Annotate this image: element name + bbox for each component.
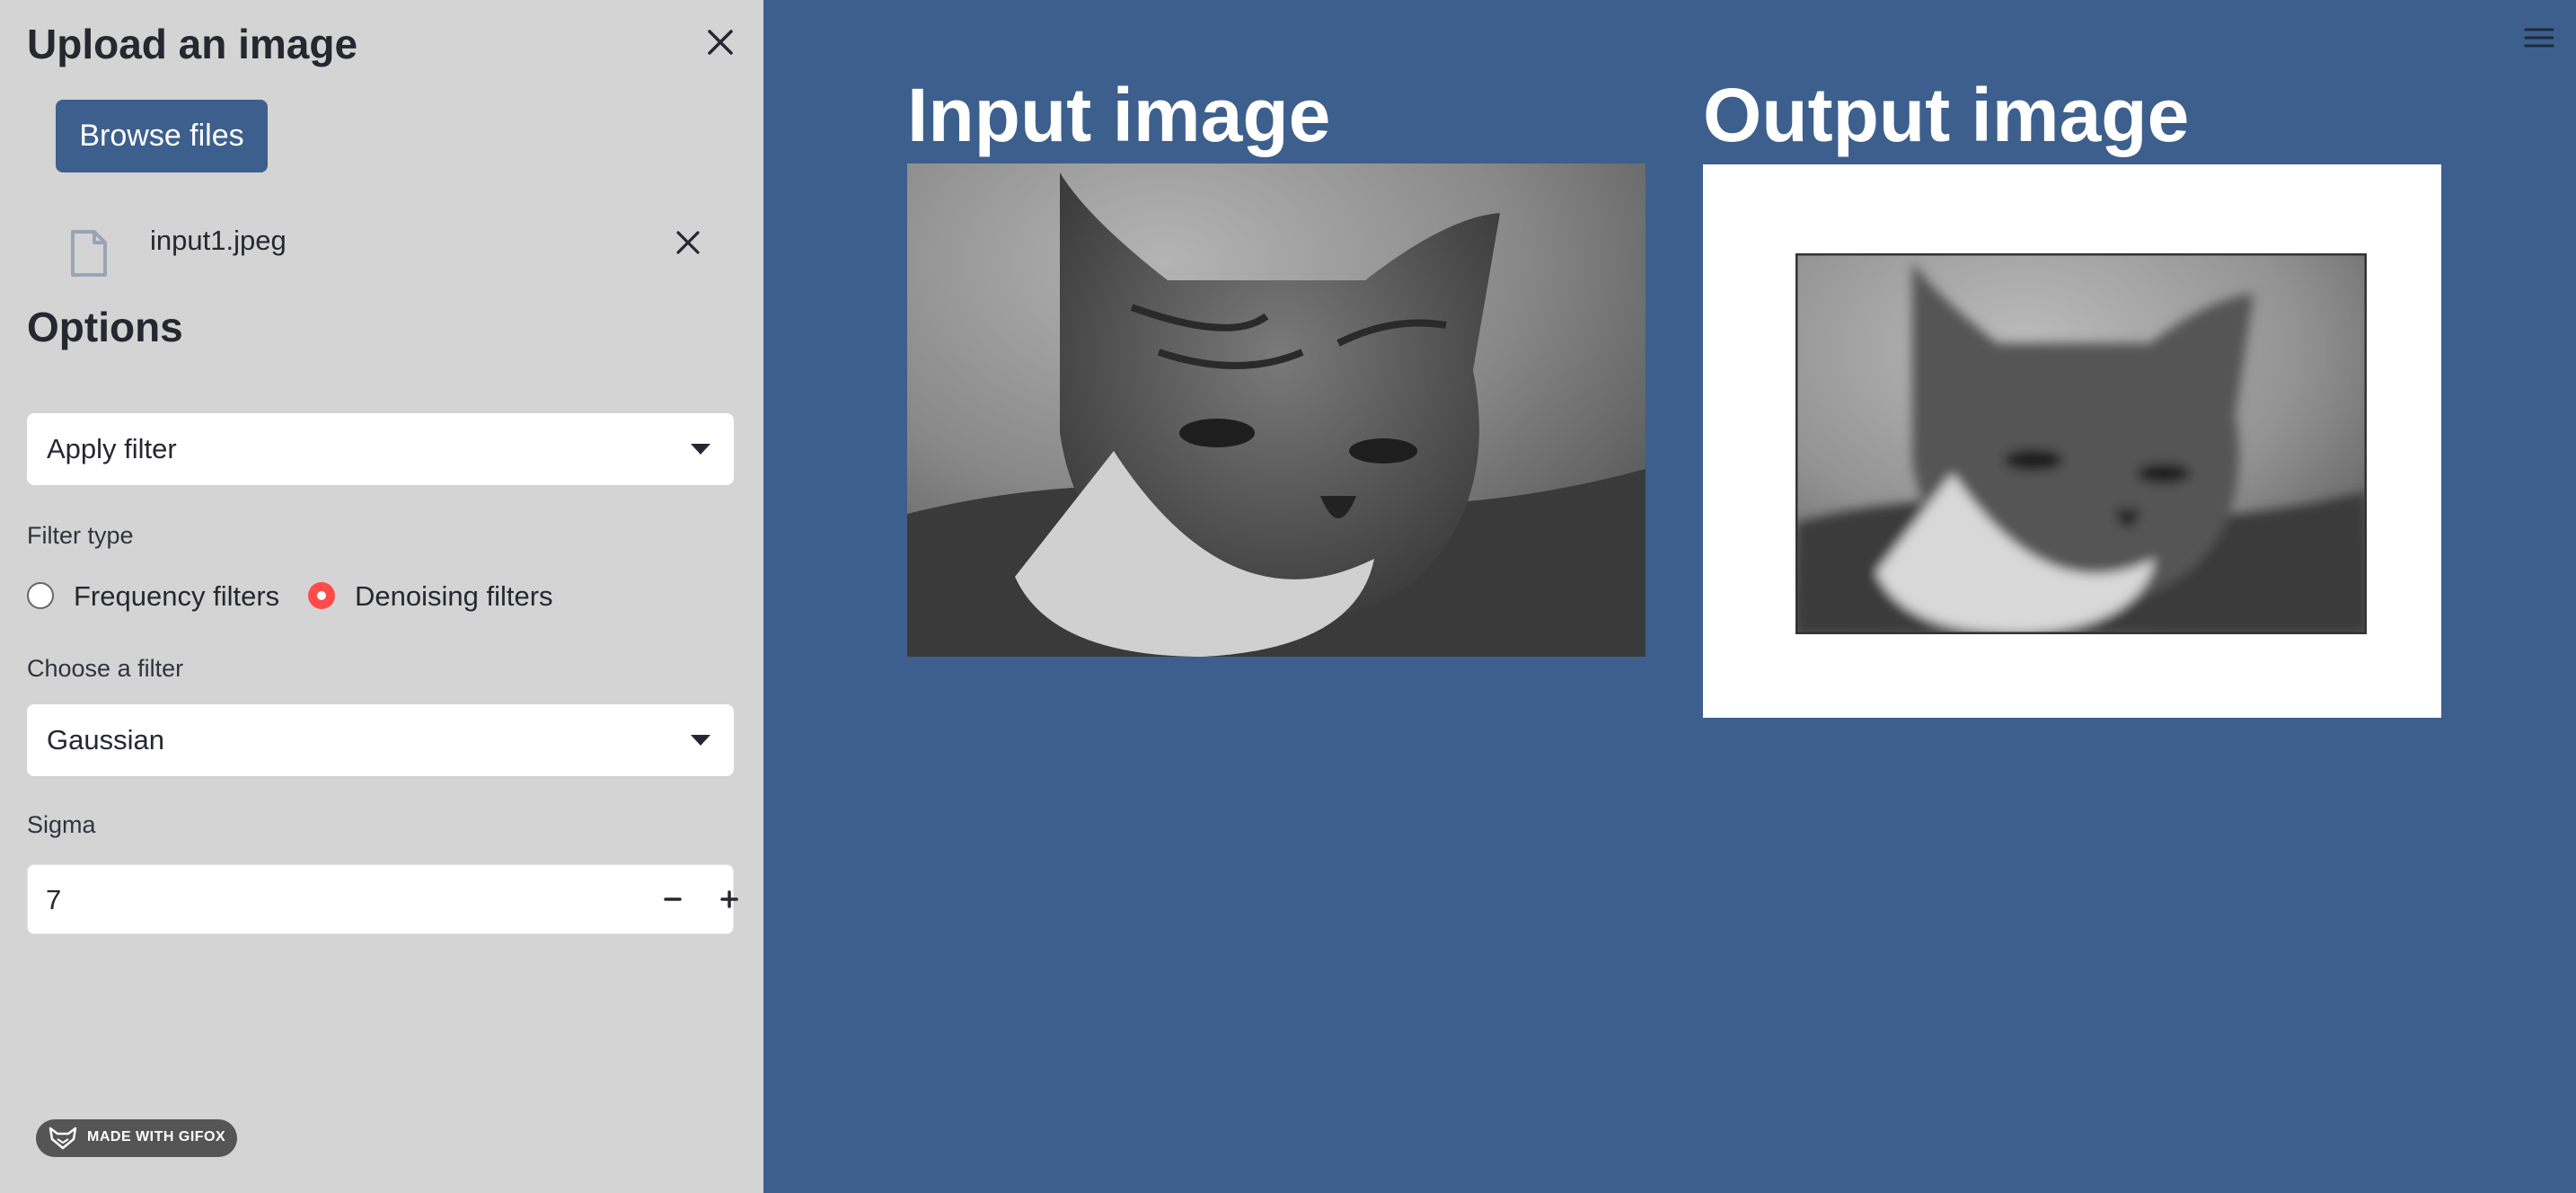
action-select-value: Apply filter [47,433,177,464]
options-title: Options [27,304,183,350]
radio-label: Denoising filters [355,580,553,612]
radio-denoising-filters[interactable]: Denoising filters [308,577,578,616]
output-image-title: Output image [1703,73,2190,157]
uploaded-file-name: input1.jpeg [150,225,287,256]
radio-selected-icon [308,582,335,609]
fox-icon [49,1127,77,1150]
output-cat-image [1795,253,2367,634]
gifox-badge: MADE WITH GIFOX [36,1119,237,1157]
choose-filter-label: Choose a filter [27,655,184,682]
input-image-title: Input image [907,73,1331,157]
radio-label: Frequency filters [74,580,280,612]
filter-type-label: Filter type [27,522,134,549]
upload-title: Upload an image [27,21,358,67]
close-icon[interactable] [701,22,740,62]
sigma-field[interactable] [44,879,587,921]
chevron-down-icon [691,444,710,455]
sigma-label: Sigma [27,811,96,838]
chevron-down-icon [691,735,710,746]
minus-icon[interactable] [648,874,698,924]
remove-file-icon[interactable] [672,226,704,259]
hamburger-menu-icon[interactable] [2524,26,2554,49]
file-icon [71,230,107,277]
plus-icon[interactable] [704,874,754,924]
input-cat-image [907,163,1645,657]
gifox-badge-text: MADE WITH GIFOX [87,1129,226,1144]
filter-select[interactable]: Gaussian [27,704,734,776]
filter-select-value: Gaussian [47,724,164,756]
sigma-number-input [27,864,738,934]
radio-unselected-icon [27,582,54,609]
sidebar: Upload an image Browse files input1.jpeg… [0,0,763,1193]
action-select[interactable]: Apply filter [27,413,734,485]
radio-frequency-filters[interactable]: Frequency filters [27,577,287,616]
browse-files-button[interactable]: Browse files [56,100,268,172]
